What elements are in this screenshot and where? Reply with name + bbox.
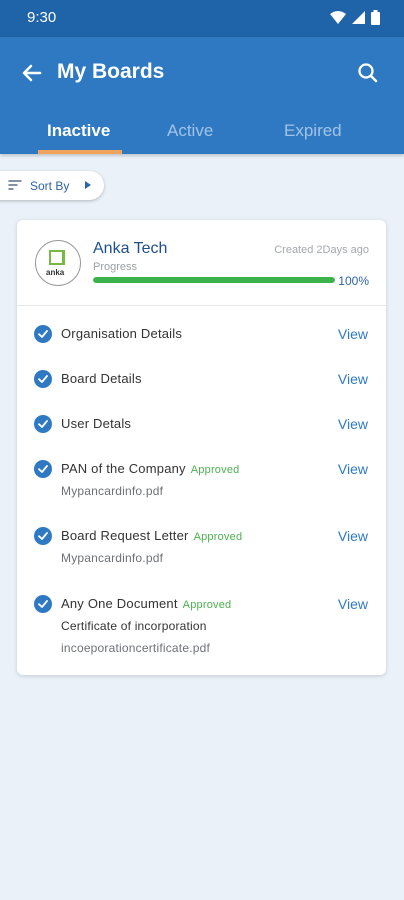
board-card-header: anka Anka Tech Created 2Days ago Progres… <box>17 220 386 306</box>
approved-badge: Approved <box>193 531 243 543</box>
check-circle-icon <box>34 595 52 613</box>
item-title-text: Organisation Details <box>61 326 183 341</box>
item-title: Board Details <box>61 371 142 386</box>
created-date: Created 2Days ago <box>274 244 369 256</box>
tab-expired[interactable]: Expired <box>284 121 342 141</box>
progress-percent: 100% <box>338 274 369 288</box>
tab-bar: Inactive Active Expired <box>0 115 404 154</box>
item-title: Board Request Letter Approved <box>61 528 242 543</box>
check-circle-icon <box>34 527 52 545</box>
sort-icon <box>8 180 22 190</box>
check-circle-icon <box>34 325 52 343</box>
check-circle-icon <box>34 370 52 388</box>
item-title: User Detals <box>61 416 131 431</box>
document-type: Certificate of incorporation <box>61 619 207 633</box>
item-title-text: User Detals <box>61 416 132 431</box>
logo-mark <box>49 250 65 265</box>
progress-label: Progress <box>93 261 138 273</box>
file-name: Mypancardinfo.pdf <box>61 551 164 565</box>
status-icons <box>330 10 380 25</box>
view-link[interactable]: View <box>338 326 368 342</box>
approved-badge: Approved <box>182 599 232 611</box>
progress-fill <box>93 277 335 283</box>
view-link[interactable]: View <box>338 461 368 477</box>
back-button[interactable] <box>20 61 44 85</box>
logo-text: anka <box>46 268 65 277</box>
tab-active[interactable]: Active <box>167 121 213 141</box>
arrow-left-icon <box>22 64 42 82</box>
search-button[interactable] <box>356 61 380 85</box>
item-title-text: Any One Document <box>61 596 178 611</box>
view-link[interactable]: View <box>338 528 368 544</box>
page-title: My Boards <box>57 60 165 83</box>
tab-indicator <box>38 150 122 154</box>
sort-by-label: Sort By <box>30 179 70 193</box>
view-link[interactable]: View <box>338 371 368 387</box>
caret-right-icon <box>85 181 91 189</box>
approved-badge: Approved <box>190 464 240 476</box>
view-link[interactable]: View <box>338 416 368 432</box>
item-title-text: PAN of the Company <box>61 461 186 476</box>
item-title: PAN of the Company Approved <box>61 461 239 476</box>
tab-inactive[interactable]: Inactive <box>47 121 110 141</box>
progress-bar <box>93 277 335 283</box>
signal-icon <box>352 11 365 24</box>
check-circle-icon <box>34 415 52 433</box>
company-name: Anka Tech <box>93 240 168 257</box>
item-title: Any One Document Approved <box>61 596 231 611</box>
battery-icon <box>371 10 380 25</box>
app-bar: My Boards Inactive Active Expired <box>0 37 404 154</box>
status-bar: 9:30 <box>0 0 404 37</box>
sort-by-button[interactable]: Sort By <box>0 171 104 200</box>
check-circle-icon <box>34 460 52 478</box>
item-title-text: Board Details <box>61 371 142 386</box>
search-icon <box>358 63 378 83</box>
board-card[interactable]: anka Anka Tech Created 2Days ago Progres… <box>17 220 386 675</box>
file-name: incoeporationcertificate.pdf <box>61 641 211 655</box>
file-name: Mypancardinfo.pdf <box>61 484 164 498</box>
wifi-icon <box>330 11 346 24</box>
item-title: Organisation Details <box>61 326 182 341</box>
item-title-text: Board Request Letter <box>61 528 189 543</box>
company-logo: anka <box>35 240 81 286</box>
view-link[interactable]: View <box>338 596 368 612</box>
status-time: 9:30 <box>27 9 57 26</box>
